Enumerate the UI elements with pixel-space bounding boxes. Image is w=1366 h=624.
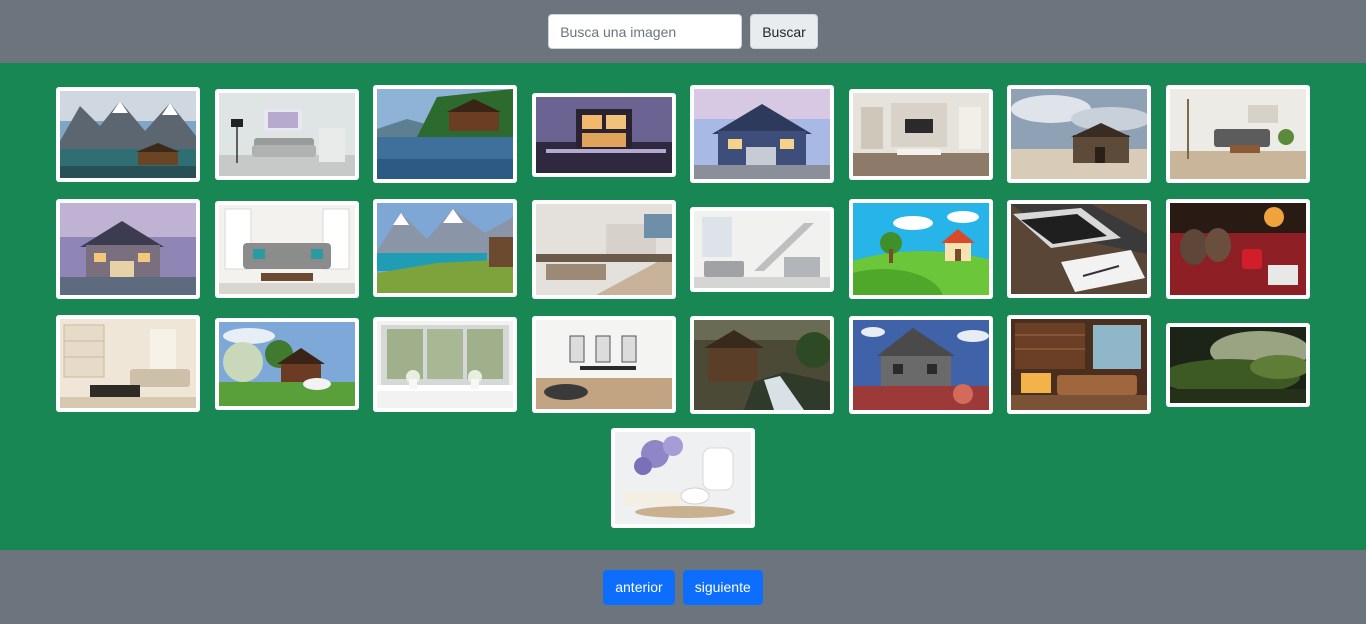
misty-valley-image: [1170, 327, 1306, 403]
staircase-image: [694, 211, 830, 288]
window-flowers-image: [377, 321, 513, 408]
mountain-lake-image: [60, 91, 196, 178]
gallery-image-15[interactable]: [1007, 200, 1151, 298]
barn-image: [1011, 89, 1147, 179]
gallery-image-25[interactable]: [611, 428, 755, 528]
previous-page-button[interactable]: anterior: [603, 569, 675, 605]
gallery-image-23[interactable]: [1007, 315, 1151, 414]
kitchen-image: [536, 204, 672, 295]
lilac-tea-image: [615, 432, 751, 524]
gallery-image-24[interactable]: [1166, 323, 1310, 407]
white-sofa-room-image: [219, 205, 355, 294]
living-room-image: [219, 93, 355, 176]
modern-house-image: [536, 97, 672, 173]
gallery-image-6[interactable]: [849, 89, 993, 180]
garden-house-image: [219, 322, 355, 406]
gallery-image-14[interactable]: [849, 199, 993, 299]
gallery-image-8[interactable]: [1166, 85, 1310, 183]
gallery-image-19[interactable]: [373, 317, 517, 412]
gallery-image-11[interactable]: [373, 199, 517, 297]
search-bar: Buscar: [0, 0, 1366, 63]
laptop-desk-image: [1011, 204, 1147, 294]
gallery-image-20[interactable]: [532, 316, 676, 413]
cozy-fireplace-image: [1170, 203, 1306, 295]
next-page-button[interactable]: siguiente: [682, 569, 763, 605]
gallery-image-7[interactable]: [1007, 85, 1151, 183]
alpine-lake-image: [377, 203, 513, 293]
lake-boathouse-image: [377, 89, 513, 179]
forest-mill-image: [694, 320, 830, 410]
image-gallery: [0, 63, 1366, 550]
gallery-image-10[interactable]: [215, 201, 359, 298]
cartoon-house-image: [853, 203, 989, 295]
gallery-image-9[interactable]: [56, 199, 200, 299]
gallery-image-17[interactable]: [56, 315, 200, 412]
search-input[interactable]: [548, 14, 743, 49]
gallery-image-21[interactable]: [690, 316, 834, 414]
search-button[interactable]: Buscar: [750, 14, 818, 49]
gallery-image-13[interactable]: [690, 207, 834, 292]
dining-room-image: [536, 320, 672, 409]
gallery-image-5[interactable]: [690, 85, 834, 183]
gallery-image-1[interactable]: [56, 87, 200, 182]
gallery-image-18[interactable]: [215, 318, 359, 410]
gallery-image-3[interactable]: [373, 85, 517, 183]
pagination-bar: anterior siguiente: [0, 550, 1366, 624]
gallery-image-22[interactable]: [849, 316, 993, 414]
library-room-image: [1011, 319, 1147, 410]
suburban-house-image: [694, 89, 830, 179]
stone-house-image: [853, 320, 989, 410]
gallery-image-16[interactable]: [1166, 199, 1310, 299]
cream-living-room-image: [60, 319, 196, 408]
tv-living-room-image: [853, 93, 989, 176]
plant-living-room-image: [1170, 89, 1306, 179]
gallery-image-2[interactable]: [215, 89, 359, 180]
dusk-house-image: [60, 203, 196, 295]
gallery-image-12[interactable]: [532, 200, 676, 299]
gallery-image-4[interactable]: [532, 93, 676, 177]
